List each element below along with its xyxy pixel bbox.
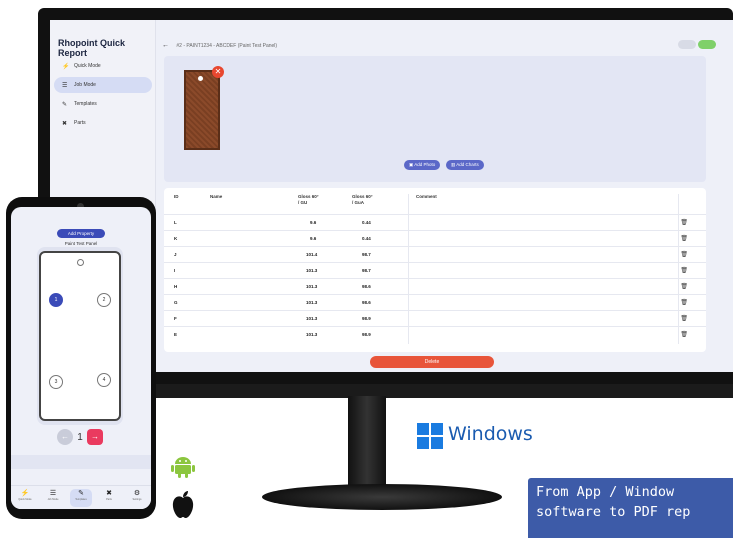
panel-hole (77, 259, 84, 266)
edit-icon: ✎ (62, 101, 68, 108)
trash-icon[interactable]: 🗑 (680, 283, 688, 290)
trash-icon[interactable]: 🗑 (680, 267, 688, 274)
phone-bottom-nav: ⚡ Quick Mode ☰ Job Mode ✎ Templates ✖ Pa… (11, 485, 151, 509)
panel-diagram: 1 2 3 4 (39, 251, 121, 421)
table-row[interactable]: H 101.3 98.6 🗑 (164, 278, 706, 294)
table-row[interactable]: I 101.3 98.7 🗑 (164, 262, 706, 278)
measure-point-3[interactable]: 3 (49, 375, 63, 389)
monitor-stand (348, 396, 386, 492)
remove-photo-icon[interactable]: ✕ (212, 66, 224, 78)
add-charts-button[interactable]: ▥ Add Charts (446, 160, 484, 170)
current-point: 1 (77, 431, 83, 443)
sidebar-nav: ⚡ Quick Mode ☰ Job Mode ✎ Templates ✖ Pa… (54, 58, 152, 134)
sidebar-item-job-mode[interactable]: ☰ Job Mode (54, 77, 152, 93)
trash-icon[interactable]: 🗑 (680, 219, 688, 226)
bolt-icon: ⚡ (62, 63, 70, 70)
measure-point-1[interactable]: 1 (49, 293, 63, 307)
measure-point-2[interactable]: 2 (97, 293, 111, 307)
breadcrumb: ← #2 - PAINT1234 - ABCDEF (Paint Test Pa… (162, 42, 277, 49)
promo-banner: From App / Window software to PDF rep (528, 478, 733, 538)
phone-nav-settings[interactable]: ⚙ Settings (126, 489, 148, 507)
table-row[interactable]: G 101.3 98.6 🗑 (164, 294, 706, 310)
add-property-button[interactable]: Add Property (57, 229, 105, 238)
panel-title: Paint Test Panel (64, 241, 98, 246)
header-comment: Comment (416, 194, 437, 199)
sidebar-item-templates[interactable]: ✎ Templates (54, 96, 152, 112)
trash-icon[interactable]: 🗑 (680, 315, 688, 322)
toggle-off[interactable] (678, 40, 696, 49)
phone-nav-parts[interactable]: ✖ Parts (98, 489, 120, 507)
photo-card: ✕ ▣ Add Photo ▥ Add Charts (164, 56, 706, 182)
table-row[interactable]: J 101.4 98.7 🗑 (164, 246, 706, 262)
app-title: Rhopoint Quick Report (58, 38, 125, 58)
table-row[interactable]: K 9.6 0.44 🗑 (164, 230, 706, 246)
trash-icon[interactable]: 🗑 (680, 251, 688, 258)
trash-icon[interactable]: 🗑 (680, 235, 688, 242)
gear-icon: ⚙ (133, 489, 141, 497)
sidebar-item-quick-mode[interactable]: ⚡ Quick Mode (54, 58, 152, 74)
arrow-right-icon[interactable]: → (87, 429, 103, 445)
sidebar-item-label: Quick Mode (74, 63, 101, 69)
bolt-icon: ⚡ (20, 489, 30, 497)
header-gloss-gua: Gloss 60° / GuA (352, 194, 373, 205)
sidebar-item-label: Parts (74, 120, 86, 126)
phone: Add Property Paint Test Panel 1 2 3 4 ← … (6, 197, 156, 519)
list-icon: ☰ (62, 82, 68, 89)
windows-logo-icon (417, 423, 443, 449)
trash-icon[interactable]: 🗑 (680, 331, 688, 338)
panel-photo[interactable] (184, 70, 220, 150)
header-name: Name (210, 194, 223, 199)
phone-nav-quick-mode[interactable]: ⚡ Quick Mode (14, 489, 36, 507)
add-photo-button[interactable]: ▣ Add Photo (404, 160, 441, 170)
table-row[interactable]: F 101.3 98.9 🗑 (164, 310, 706, 326)
sidebar-item-parts[interactable]: ✖ Parts (54, 115, 152, 131)
delete-button[interactable]: Delete (370, 356, 494, 368)
windows-label: Windows (448, 423, 533, 445)
tools-icon: ✖ (62, 120, 68, 127)
breadcrumb-text: #2 - PAINT1234 - ABCDEF (Paint Test Pane… (176, 43, 278, 49)
arrow-left-icon[interactable]: ← (57, 429, 73, 445)
banner-line-2: software to PDF rep (536, 504, 691, 520)
header-id: ID (174, 194, 179, 199)
list-icon: ☰ (49, 489, 57, 497)
banner-line-1: From App / Window (536, 484, 675, 500)
table-row[interactable]: E 101.3 98.9 🗑 (164, 326, 706, 342)
table-row[interactable]: L 9.6 0.44 🗑 (164, 214, 706, 230)
monitor-base (262, 484, 502, 510)
measure-point-4[interactable]: 4 (97, 373, 111, 387)
phone-nav-job-mode[interactable]: ☰ Job Mode (42, 489, 64, 507)
apple-icon (172, 491, 194, 518)
phone-divider (11, 455, 151, 469)
android-icon (171, 457, 195, 478)
point-stepper: ← 1 → (57, 429, 103, 445)
measurements-table: ID Name Gloss 60° / GU Gloss 60° / GuA C… (164, 188, 706, 352)
header-gloss-gu: Gloss 60° / GU (298, 194, 319, 205)
phone-nav-templates[interactable]: ✎ Templates (70, 488, 92, 507)
back-arrow-icon[interactable]: ← (162, 42, 169, 49)
phone-app-screen: Add Property Paint Test Panel 1 2 3 4 ← … (11, 207, 151, 509)
tools-icon: ✖ (106, 489, 112, 497)
panel-hole (198, 76, 203, 81)
sidebar-item-label: Templates (74, 101, 97, 107)
toggle-on[interactable] (698, 40, 716, 49)
sidebar-item-label: Job Mode (74, 82, 96, 88)
edit-icon: ✎ (78, 489, 84, 497)
trash-icon[interactable]: 🗑 (680, 299, 688, 306)
